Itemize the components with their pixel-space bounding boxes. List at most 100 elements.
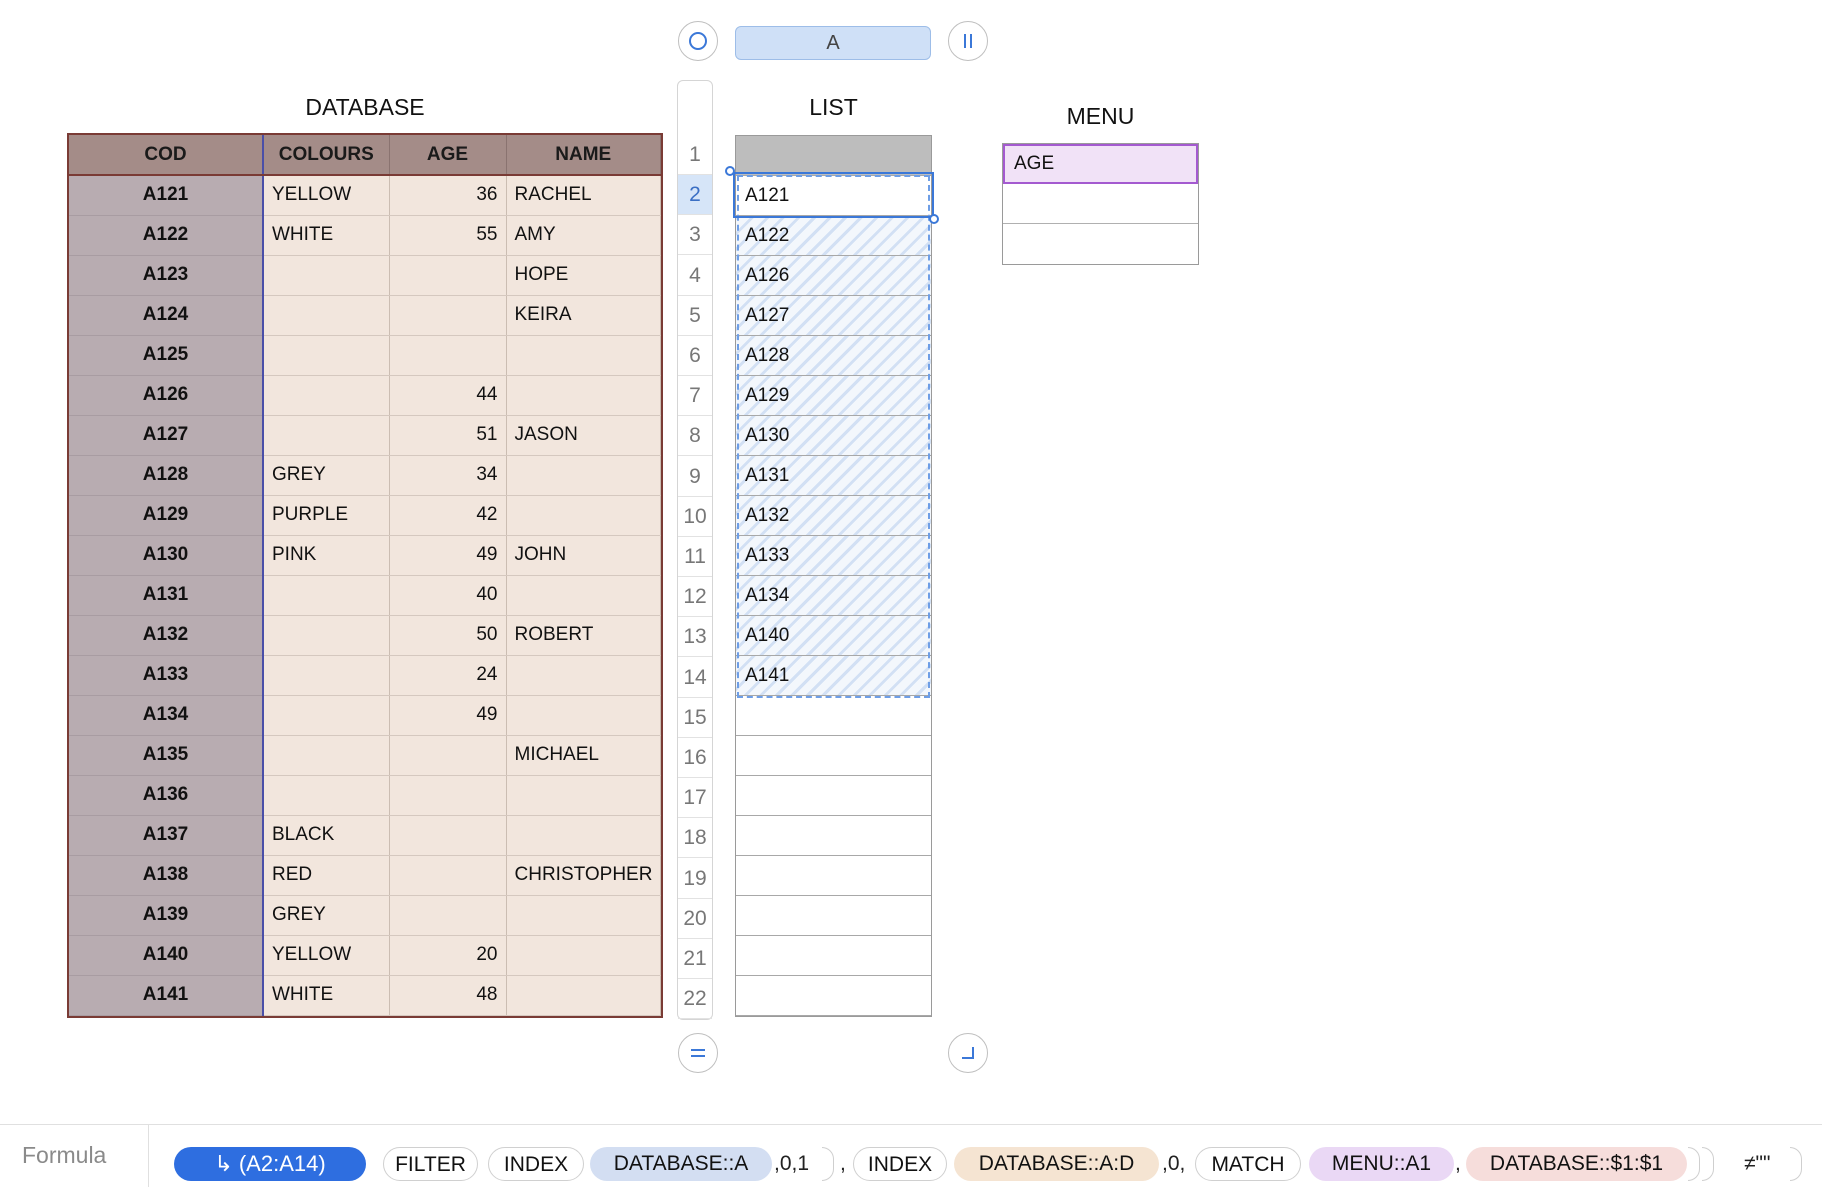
- list-cell[interactable]: [736, 696, 931, 736]
- list-cell[interactable]: A130: [736, 416, 931, 456]
- cell-name[interactable]: [506, 455, 661, 496]
- list-cell[interactable]: A131: [736, 456, 931, 496]
- token-ref-menu-a1[interactable]: MENU::A1: [1309, 1147, 1454, 1181]
- list-cell[interactable]: [736, 976, 931, 1016]
- cell-colour[interactable]: [263, 775, 390, 816]
- cell-colour[interactable]: GREY: [263, 895, 390, 936]
- cell-age[interactable]: 40: [389, 575, 507, 616]
- list-cell[interactable]: [736, 896, 931, 936]
- cell-age[interactable]: 51: [389, 415, 507, 456]
- cell-cod[interactable]: A132: [69, 615, 264, 656]
- cell-cod[interactable]: A137: [69, 815, 264, 856]
- cell-cod[interactable]: A141: [69, 975, 264, 1016]
- cell-cod[interactable]: A123: [69, 255, 264, 296]
- cell-cod[interactable]: A140: [69, 935, 264, 976]
- list-cell[interactable]: A141: [736, 656, 931, 696]
- cell-colour[interactable]: [263, 695, 390, 736]
- cell-cod[interactable]: A128: [69, 455, 264, 496]
- menu-cell-a1[interactable]: AGE: [1003, 144, 1198, 184]
- row-number[interactable]: 3: [678, 215, 712, 256]
- list-header-cell[interactable]: [736, 136, 931, 176]
- row-number[interactable]: 12: [678, 577, 712, 618]
- cell-cod[interactable]: A126: [69, 375, 264, 416]
- list-cell[interactable]: A126: [736, 256, 931, 296]
- cell-cod[interactable]: A127: [69, 415, 264, 456]
- cell-name[interactable]: CHRISTOPHER: [506, 855, 661, 896]
- database-table[interactable]: COD COLOURS AGE NAME A121 YELLOW 36 RACHEL A…: [67, 133, 663, 1018]
- cell-age[interactable]: [389, 335, 507, 376]
- cell-cod[interactable]: A125: [69, 335, 264, 376]
- cell-name[interactable]: [506, 975, 661, 1016]
- row-number[interactable]: 17: [678, 778, 712, 819]
- resize-table-button[interactable]: [948, 1033, 988, 1073]
- cell-age[interactable]: 42: [389, 495, 507, 536]
- row-header-column[interactable]: 1 2 3 4 5 6 7 8 9 10 11 12 13 14 15 16 17 18 19 20 21 22: [677, 80, 713, 1020]
- list-cell[interactable]: A134: [736, 576, 931, 616]
- cell-age[interactable]: [389, 295, 507, 336]
- token-ref-database-a[interactable]: DATABASE::A: [590, 1147, 772, 1181]
- cell-cod[interactable]: A133: [69, 655, 264, 696]
- cell-cod[interactable]: A131: [69, 575, 264, 616]
- list-cell[interactable]: A140: [736, 616, 931, 656]
- cell-name[interactable]: KEIRA: [506, 295, 661, 336]
- cell-name[interactable]: [506, 335, 661, 376]
- select-table-button[interactable]: [678, 21, 718, 61]
- token-index-1[interactable]: INDEX: [488, 1147, 584, 1181]
- list-cell[interactable]: A133: [736, 536, 931, 576]
- selection-handle-top-left[interactable]: [725, 166, 735, 176]
- cell-colour[interactable]: RED: [263, 855, 390, 896]
- token-ref-database-row1[interactable]: DATABASE::$1:$1: [1466, 1147, 1687, 1181]
- row-number[interactable]: 6: [678, 336, 712, 376]
- token-index-2[interactable]: INDEX: [853, 1147, 947, 1181]
- cell-colour[interactable]: [263, 415, 390, 456]
- cell-age[interactable]: 48: [389, 975, 507, 1016]
- list-cell[interactable]: A121: [736, 176, 931, 216]
- cell-name[interactable]: [506, 775, 661, 816]
- header-cod[interactable]: COD: [69, 135, 264, 176]
- list-cell[interactable]: [736, 736, 931, 776]
- cell-colour[interactable]: PURPLE: [263, 495, 390, 536]
- list-cell[interactable]: [736, 856, 931, 896]
- cell-colour[interactable]: [263, 335, 390, 376]
- selection-handle-bottom-right[interactable]: [929, 214, 939, 224]
- cell-colour[interactable]: PINK: [263, 535, 390, 576]
- cell-colour[interactable]: [263, 375, 390, 416]
- menu-cell-a2[interactable]: [1003, 184, 1198, 224]
- cell-age[interactable]: 55: [389, 215, 507, 256]
- header-age[interactable]: AGE: [389, 135, 507, 176]
- cell-cod[interactable]: A136: [69, 775, 264, 816]
- cell-colour[interactable]: [263, 255, 390, 296]
- cell-colour[interactable]: WHITE: [263, 975, 390, 1016]
- row-number[interactable]: 7: [678, 376, 712, 417]
- cell-cod[interactable]: A139: [69, 895, 264, 936]
- header-name[interactable]: NAME: [506, 135, 661, 176]
- menu-table[interactable]: AGE: [1002, 143, 1199, 265]
- cell-age[interactable]: 49: [389, 695, 507, 736]
- row-number[interactable]: 20: [678, 899, 712, 939]
- row-number[interactable]: 18: [678, 818, 712, 859]
- cell-age[interactable]: 49: [389, 535, 507, 576]
- cell-colour[interactable]: GREY: [263, 455, 390, 496]
- cell-cod[interactable]: A135: [69, 735, 264, 776]
- cell-age[interactable]: 36: [389, 175, 507, 216]
- column-header-a[interactable]: A: [735, 26, 931, 60]
- cell-age[interactable]: 20: [389, 935, 507, 976]
- cell-name[interactable]: [506, 895, 661, 936]
- cell-name[interactable]: AMY: [506, 215, 661, 256]
- row-number[interactable]: 8: [678, 416, 712, 457]
- cell-colour[interactable]: YELLOW: [263, 935, 390, 976]
- cell-age[interactable]: [389, 815, 507, 856]
- row-number[interactable]: 16: [678, 738, 712, 778]
- row-number[interactable]: 11: [678, 537, 712, 577]
- cell-name[interactable]: [506, 495, 661, 536]
- row-number[interactable]: 14: [678, 658, 712, 698]
- cell-cod[interactable]: A129: [69, 495, 264, 536]
- row-number[interactable]: 19: [678, 859, 712, 899]
- list-cell[interactable]: A129: [736, 376, 931, 416]
- cell-cod[interactable]: A134: [69, 695, 264, 736]
- cell-name[interactable]: [506, 815, 661, 856]
- cell-colour[interactable]: YELLOW: [263, 175, 390, 216]
- cell-colour[interactable]: BLACK: [263, 815, 390, 856]
- add-column-button[interactable]: [948, 21, 988, 61]
- cell-age[interactable]: [389, 255, 507, 296]
